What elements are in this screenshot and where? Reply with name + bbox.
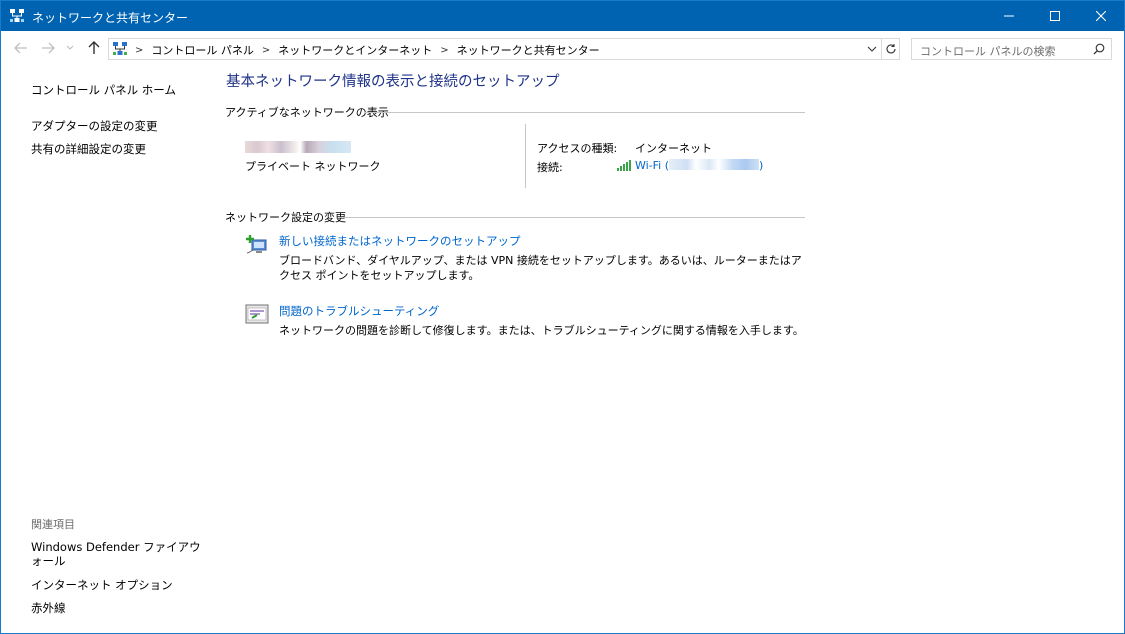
related-items-heading: 関連項目 xyxy=(31,518,75,531)
troubleshoot-icon xyxy=(245,304,269,324)
troubleshoot-problems-link[interactable]: 問題のトラブルシューティング xyxy=(279,303,439,319)
control-panel-home-link[interactable]: コントロール パネル ホーム xyxy=(31,82,176,98)
connections-label: 接続: xyxy=(537,161,563,174)
breadcrumb-control-panel[interactable]: コントロール パネル xyxy=(151,42,254,58)
breadcrumb: > コントロール パネル > ネットワークとインターネット > ネットワークと共… xyxy=(133,42,600,58)
title-bar[interactable]: ネットワークと共有センター xyxy=(1,1,1124,31)
section-divider xyxy=(365,112,805,113)
change-adapter-settings-link[interactable]: アダプターの設定の変更 xyxy=(31,118,158,134)
maximize-button[interactable] xyxy=(1032,1,1078,31)
control-panel-icon xyxy=(113,42,127,55)
window: ネットワークと共有センター > コントロール パネル > ネットワークとインター… xyxy=(0,0,1125,634)
close-button[interactable] xyxy=(1078,1,1124,31)
search-placeholder: コントロール パネルの検索 xyxy=(920,45,1056,58)
forward-button[interactable] xyxy=(39,39,57,57)
troubleshoot-problems-description: ネットワークの問題を診断して修復します。または、トラブルシューティングに関する情… xyxy=(279,324,804,337)
navigation-bar: > コントロール パネル > ネットワークとインターネット > ネットワークと共… xyxy=(1,31,1124,67)
network-category: プライベート ネットワーク xyxy=(245,160,381,173)
breadcrumb-separator[interactable]: > xyxy=(135,45,143,56)
chevron-down-icon xyxy=(66,45,74,50)
search-box[interactable]: コントロール パネルの検索 xyxy=(911,38,1112,60)
ssid-redacted xyxy=(669,159,760,170)
recent-locations-button[interactable] xyxy=(64,39,76,57)
arrow-right-icon xyxy=(42,42,55,54)
maximize-icon xyxy=(1050,11,1060,21)
arrow-up-icon xyxy=(88,41,100,54)
back-button[interactable] xyxy=(12,39,30,57)
breadcrumb-network-internet[interactable]: ネットワークとインターネット xyxy=(278,42,432,58)
network-name-redacted xyxy=(245,141,351,153)
setup-new-connection-description: ブロードバンド、ダイヤルアップ、または VPN 接続をセットアップします。あるい… xyxy=(279,254,802,282)
access-type-value: インターネット xyxy=(635,142,712,155)
setup-new-connection-link[interactable]: 新しい接続またはネットワークのセットアップ xyxy=(279,233,521,249)
wifi-signal-icon xyxy=(617,160,631,171)
section-divider xyxy=(339,217,805,218)
address-dropdown-icon[interactable] xyxy=(865,42,879,56)
page-title: 基本ネットワーク情報の表示と接続のセットアップ xyxy=(226,74,560,90)
internet-options-link[interactable]: インターネット オプション xyxy=(31,577,173,593)
close-icon xyxy=(1096,11,1106,21)
breadcrumb-separator[interactable]: > xyxy=(440,45,448,56)
address-bar[interactable]: > コントロール パネル > ネットワークとインターネット > ネットワークと共… xyxy=(108,38,882,60)
minimize-button[interactable] xyxy=(986,1,1032,31)
breadcrumb-separator[interactable]: > xyxy=(262,45,270,56)
new-connection-icon xyxy=(246,235,267,254)
change-advanced-sharing-link[interactable]: 共有の詳細設定の変更 xyxy=(31,141,146,157)
arrow-left-icon xyxy=(14,42,27,54)
minimize-icon xyxy=(1004,15,1014,17)
refresh-button[interactable] xyxy=(882,38,900,60)
left-pane: コントロール パネル ホーム アダプターの設定の変更 共有の詳細設定の変更 関連… xyxy=(1,67,211,633)
refresh-icon xyxy=(885,44,896,54)
search-icon[interactable] xyxy=(1093,43,1105,55)
breadcrumb-network-sharing-center[interactable]: ネットワークと共有センター xyxy=(457,42,600,58)
access-type-label: アクセスの種類: xyxy=(537,142,618,155)
network-center-icon xyxy=(10,9,24,22)
infrared-link[interactable]: 赤外線 xyxy=(31,600,66,616)
wifi-connection-suffix: ) xyxy=(759,159,764,172)
vertical-divider xyxy=(525,124,526,188)
up-button[interactable] xyxy=(85,39,103,57)
wifi-connection-prefix: Wi-Fi ( xyxy=(635,159,670,172)
windows-defender-firewall-link[interactable]: Windows Defender ファイアウォール xyxy=(31,540,203,568)
wifi-connection-link[interactable]: Wi-Fi () xyxy=(635,159,763,172)
window-title: ネットワークと共有センター xyxy=(32,11,189,25)
change-settings-heading: ネットワーク設定の変更 xyxy=(225,211,346,224)
